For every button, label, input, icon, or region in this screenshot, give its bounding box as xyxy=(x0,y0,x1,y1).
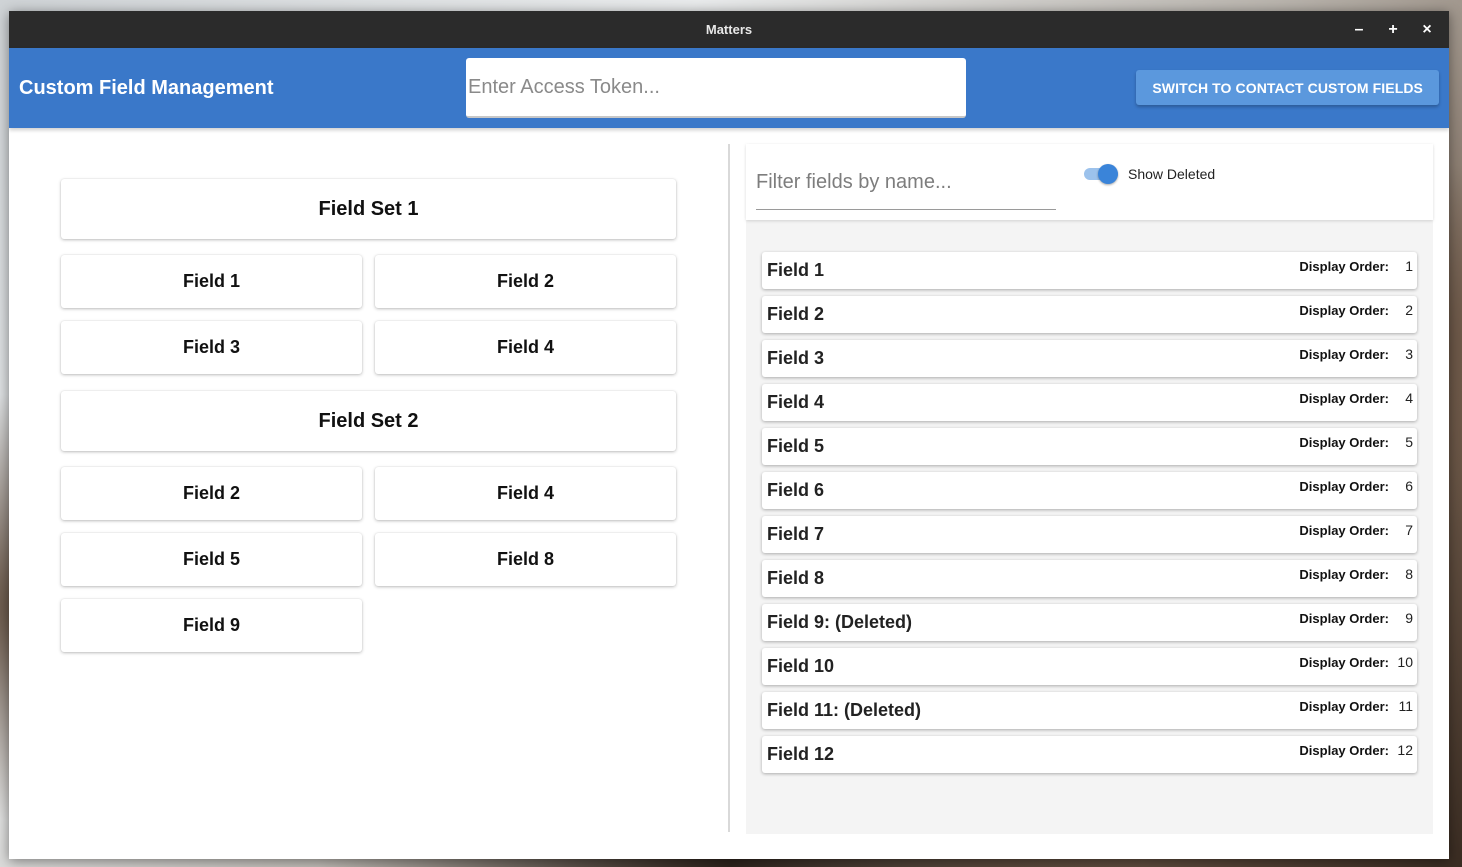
switch-to-contact-fields-button[interactable]: SWITCH TO CONTACT CUSTOM FIELDS xyxy=(1136,70,1439,105)
field-set-card[interactable]: Field Set 1 xyxy=(61,179,676,239)
field-card[interactable]: Field 2 xyxy=(375,255,676,308)
display-order: Display Order: 4 xyxy=(1299,390,1413,406)
field-name: Field 2 xyxy=(767,304,825,324)
field-card[interactable]: Field 3 xyxy=(61,321,362,374)
app-window: Matters – + × Custom Field Management SW… xyxy=(9,11,1449,859)
field-name: Field 12 xyxy=(767,744,835,764)
show-deleted-toggle[interactable] xyxy=(1084,164,1118,184)
page-title: Custom Field Management xyxy=(19,76,274,99)
field-card[interactable]: Field 2 xyxy=(61,467,362,520)
field-card[interactable]: Field 1 xyxy=(61,255,362,308)
display-order-label: Display Order: xyxy=(1299,698,1389,714)
display-order-value: 12 xyxy=(1397,742,1413,758)
list-item[interactable]: Field 6 Display Order: 6 xyxy=(762,472,1417,509)
display-order: Display Order: 5 xyxy=(1299,434,1413,450)
window-controls: – + × xyxy=(1345,11,1441,48)
field-card[interactable]: Field 5 xyxy=(61,533,362,586)
field-list: Field 1 Display Order: 1 Field 2 Display … xyxy=(762,252,1417,780)
filter-bar: Show Deleted xyxy=(746,144,1433,220)
display-order-label: Display Order: xyxy=(1299,566,1389,582)
display-order-label: Display Order: xyxy=(1299,302,1389,318)
fields-list-pane: Show Deleted Field 1 Display Order: 1 Fie… xyxy=(746,144,1433,834)
field-card[interactable]: Field 8 xyxy=(375,533,676,586)
display-order: Display Order: 12 xyxy=(1299,742,1413,758)
field-name: Field 9: (Deleted) xyxy=(767,612,913,632)
display-order-value: 2 xyxy=(1405,302,1413,318)
display-order-label: Display Order: xyxy=(1299,258,1389,274)
display-order-label: Display Order: xyxy=(1299,434,1389,450)
display-order-value: 4 xyxy=(1405,390,1413,406)
display-order-label: Display Order: xyxy=(1299,742,1389,758)
list-item[interactable]: Field 10 Display Order: 10 xyxy=(762,648,1417,685)
field-name: Field 7 xyxy=(767,524,825,544)
display-order: Display Order: 10 xyxy=(1299,654,1413,670)
display-order: Display Order: 7 xyxy=(1299,522,1413,538)
field-name: Field 5 xyxy=(767,436,825,456)
list-item[interactable]: Field 1 Display Order: 1 xyxy=(762,252,1417,289)
display-order-value: 11 xyxy=(1398,698,1413,714)
list-item[interactable]: Field 11: (Deleted) Display Order: 11 xyxy=(762,692,1417,729)
list-item[interactable]: Field 7 Display Order: 7 xyxy=(762,516,1417,553)
display-order: Display Order: 6 xyxy=(1299,478,1413,494)
display-order-value: 10 xyxy=(1397,654,1413,670)
window-title: Matters xyxy=(705,22,753,37)
display-order: Display Order: 8 xyxy=(1299,566,1413,582)
field-sets-pane: Field Set 1 Field 1 Field 2 Field 3 Fiel… xyxy=(9,128,729,859)
field-name: Field 1 xyxy=(767,260,825,280)
field-name: Field 10 xyxy=(767,656,835,676)
field-card[interactable]: Field 4 xyxy=(375,467,676,520)
field-card[interactable]: Field 4 xyxy=(375,321,676,374)
display-order-value: 6 xyxy=(1405,478,1413,494)
field-name: Field 8 xyxy=(767,568,825,588)
list-item[interactable]: Field 9: (Deleted) Display Order: 9 xyxy=(762,604,1417,641)
list-item[interactable]: Field 12 Display Order: 12 xyxy=(762,736,1417,773)
minimize-icon[interactable]: – xyxy=(1345,16,1373,44)
display-order-label: Display Order: xyxy=(1299,522,1389,538)
display-order: Display Order: 3 xyxy=(1299,346,1413,362)
display-order-value: 5 xyxy=(1405,434,1413,450)
field-set-card[interactable]: Field Set 2 xyxy=(61,391,676,451)
display-order: Display Order: 2 xyxy=(1299,302,1413,318)
display-order-label: Display Order: xyxy=(1299,610,1389,626)
show-deleted-label: Show Deleted xyxy=(1128,166,1216,182)
list-item[interactable]: Field 4 Display Order: 4 xyxy=(762,384,1417,421)
app-header: Custom Field Management SWITCH TO CONTAC… xyxy=(9,48,1449,128)
display-order-value: 7 xyxy=(1405,522,1413,538)
list-item[interactable]: Field 8 Display Order: 8 xyxy=(762,560,1417,597)
close-icon[interactable]: × xyxy=(1413,16,1441,44)
list-item[interactable]: Field 3 Display Order: 3 xyxy=(762,340,1417,377)
show-deleted-control[interactable]: Show Deleted xyxy=(1084,164,1215,184)
access-token-field[interactable] xyxy=(466,58,966,118)
field-card[interactable]: Field 9 xyxy=(61,599,362,652)
title-bar[interactable]: Matters – + × xyxy=(9,11,1449,48)
display-order-value: 9 xyxy=(1405,610,1413,626)
display-order-value: 3 xyxy=(1405,346,1413,362)
field-name: Field 6 xyxy=(767,480,825,500)
field-name: Field 11: (Deleted) xyxy=(767,700,922,720)
display-order-label: Display Order: xyxy=(1299,390,1389,406)
field-name: Field 4 xyxy=(767,392,825,412)
access-token-input[interactable] xyxy=(468,75,966,99)
main-content: Field Set 1 Field 1 Field 2 Field 3 Fiel… xyxy=(9,128,1449,859)
display-order-value: 1 xyxy=(1405,258,1413,274)
display-order-label: Display Order: xyxy=(1299,346,1389,362)
display-order: Display Order: 11 xyxy=(1299,698,1413,714)
pane-divider[interactable] xyxy=(728,144,730,832)
list-item[interactable]: Field 2 Display Order: 2 xyxy=(762,296,1417,333)
list-item[interactable]: Field 5 Display Order: 5 xyxy=(762,428,1417,465)
display-order-label: Display Order: xyxy=(1299,478,1389,494)
display-order: Display Order: 1 xyxy=(1299,258,1413,274)
filter-field[interactable] xyxy=(756,156,1056,210)
display-order-value: 8 xyxy=(1405,566,1413,582)
maximize-icon[interactable]: + xyxy=(1379,16,1407,44)
filter-input[interactable] xyxy=(756,171,1056,194)
display-order-label: Display Order: xyxy=(1299,654,1389,670)
field-name: Field 3 xyxy=(767,348,825,368)
toggle-knob xyxy=(1098,164,1118,184)
display-order: Display Order: 9 xyxy=(1299,610,1413,626)
